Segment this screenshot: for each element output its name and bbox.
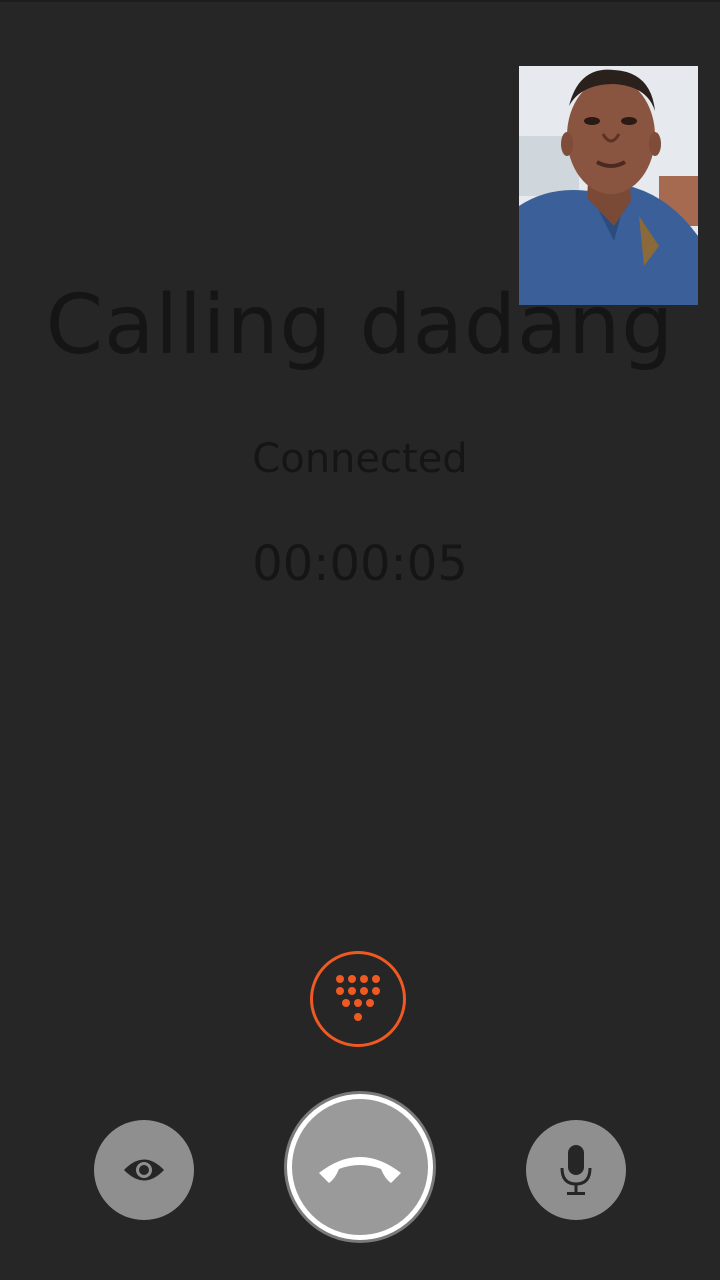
dialpad-icon xyxy=(336,975,380,1021)
video-call-screen: Calling dadang Connected 00:00:05 xyxy=(0,0,720,1280)
microphone-icon xyxy=(560,1145,592,1195)
eye-icon xyxy=(124,1159,164,1181)
hangup-phone-icon xyxy=(319,1157,401,1183)
self-video-preview[interactable] xyxy=(519,66,698,305)
self-video-image xyxy=(519,66,698,305)
hangup-button[interactable] xyxy=(287,1094,433,1240)
call-title: Calling dadang xyxy=(45,278,675,373)
call-timer: 00:00:05 xyxy=(252,536,468,592)
call-status: Connected xyxy=(252,436,468,482)
dialpad-button[interactable] xyxy=(310,951,406,1047)
camera-toggle-button[interactable] xyxy=(94,1120,194,1220)
mute-button[interactable] xyxy=(526,1120,626,1220)
top-edge xyxy=(0,0,720,2)
